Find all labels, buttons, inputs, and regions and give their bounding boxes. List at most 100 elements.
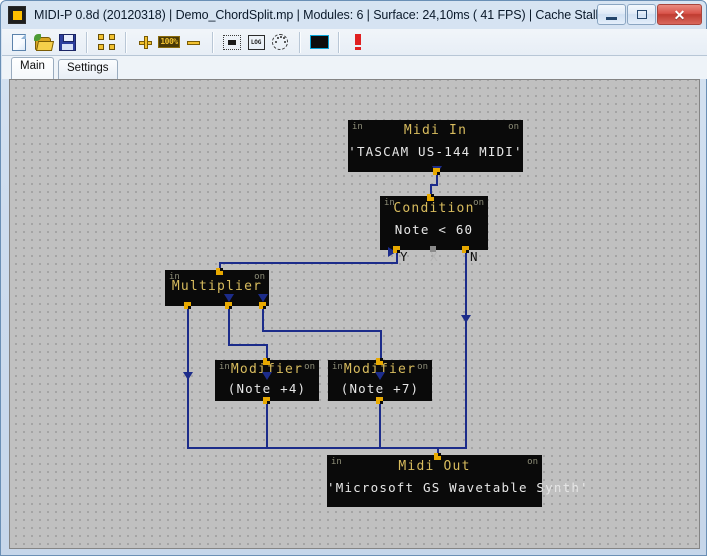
save-file-icon <box>59 34 76 51</box>
close-button[interactable]: ✕ <box>657 4 702 25</box>
save-file-button[interactable] <box>55 31 79 53</box>
open-file-icon <box>35 36 51 49</box>
port-condition-out-x[interactable] <box>430 246 436 252</box>
wire-mult2-seg2 <box>228 344 268 346</box>
wire-mult3-arrow <box>258 294 268 302</box>
port-multiplier-in[interactable] <box>216 268 223 275</box>
wire-mult3-seg3 <box>380 330 382 360</box>
minimize-icon <box>606 17 617 20</box>
new-file-button[interactable] <box>7 31 31 53</box>
toolbar: 100% LOG <box>2 29 707 56</box>
title-bar: MIDI-P 0.8d (20120318) | Demo_ChordSplit… <box>1 1 706 29</box>
wire-n-arrow <box>461 315 471 323</box>
port-condition-out-y[interactable] <box>393 246 400 253</box>
port-modifier-2-out[interactable] <box>376 397 383 404</box>
monitor-button[interactable] <box>307 31 331 53</box>
port-modifier-1-out[interactable] <box>263 397 270 404</box>
wire-n-to-out <box>437 447 467 449</box>
minimize-button[interactable] <box>597 4 626 25</box>
app-icon <box>8 6 26 24</box>
toolbar-group-monitor <box>302 30 336 54</box>
new-file-icon <box>12 34 26 51</box>
close-icon: ✕ <box>674 8 686 22</box>
window-title: MIDI-P 0.8d (20120318) | Demo_ChordSplit… <box>34 8 619 22</box>
maximize-button[interactable] <box>627 4 656 25</box>
node-title: Midi Out <box>327 459 542 474</box>
panic-button[interactable] <box>346 31 370 53</box>
arrange-icon <box>98 34 115 50</box>
midi-din-icon <box>272 34 288 50</box>
toolbar-group-arrange <box>89 30 123 54</box>
zoom-100-button[interactable]: 100% <box>157 31 181 53</box>
toolbar-separator <box>299 32 300 53</box>
port-modifier-2-in[interactable] <box>376 358 383 365</box>
wire-mod1-out <box>266 401 268 449</box>
maximize-icon <box>637 10 647 19</box>
port-midi-out-in[interactable] <box>434 453 441 460</box>
port-condition-in[interactable] <box>427 194 434 201</box>
port-multiplier-out-1[interactable] <box>184 302 191 309</box>
wire-mult3-seg2 <box>262 330 382 332</box>
port-modifier-1-in[interactable] <box>263 358 270 365</box>
toolbar-group-file <box>2 30 84 54</box>
toolbar-group-panic <box>341 30 375 54</box>
node-title: Midi In <box>348 123 523 138</box>
node-title: Condition <box>380 201 488 216</box>
monitor-icon <box>310 35 329 49</box>
arrange-button[interactable] <box>94 31 118 53</box>
wire-n-vertical <box>465 250 467 449</box>
marquee-select-button[interactable] <box>220 31 244 53</box>
patch-canvas-container[interactable]: in on Midi In 'TASCAM US-144 MIDI' in on… <box>9 79 700 549</box>
wire-mult2-seg1 <box>228 306 230 346</box>
midi-devices-button[interactable] <box>268 31 292 53</box>
node-subtitle: Note < 60 <box>380 222 488 237</box>
open-file-button[interactable] <box>31 31 55 53</box>
wire-mod1-arrow <box>262 372 272 380</box>
port-multiplier-out-3[interactable] <box>259 302 266 309</box>
wire-mult2-arrow <box>224 294 234 302</box>
wire-mult3-seg1 <box>262 306 264 332</box>
wire-y-seg2 <box>219 262 398 264</box>
port-condition-out-n[interactable] <box>462 246 469 253</box>
node-midi-out[interactable]: in on Midi Out 'Microsoft GS Wavetable S… <box>327 455 542 507</box>
marquee-select-icon <box>223 35 241 50</box>
node-condition[interactable]: in on Condition Note < 60 <box>380 196 488 250</box>
app-window: MIDI-P 0.8d (20120318) | Demo_ChordSplit… <box>0 0 707 556</box>
toolbar-separator <box>338 32 339 53</box>
node-modifier-1[interactable]: in on Modifier (Note +4) <box>215 360 319 401</box>
node-multiplier[interactable]: in on Multiplier <box>165 270 269 306</box>
zoom-in-icon <box>139 36 152 49</box>
toolbar-separator <box>125 32 126 53</box>
port-midi-in-out[interactable] <box>433 168 440 175</box>
tab-main[interactable]: Main <box>11 57 54 79</box>
zoom-out-button[interactable] <box>181 31 205 53</box>
port-multiplier-out-2[interactable] <box>225 302 232 309</box>
log-button[interactable]: LOG <box>244 31 268 53</box>
log-icon: LOG <box>248 35 265 50</box>
toolbar-group-tools: LOG <box>215 30 297 54</box>
toolbar-separator <box>212 32 213 53</box>
zoom-out-icon <box>187 36 200 49</box>
zoom-in-button[interactable] <box>133 31 157 53</box>
node-subtitle: (Note +7) <box>328 381 432 396</box>
node-subtitle: (Note +4) <box>215 381 319 396</box>
branch-label-n: N <box>470 249 478 264</box>
tab-strip: Main Settings <box>2 56 707 79</box>
node-subtitle: 'Microsoft GS Wavetable Synth' <box>327 480 542 495</box>
toolbar-separator <box>86 32 87 53</box>
node-subtitle: 'TASCAM US-144 MIDI' <box>348 144 523 159</box>
toolbar-group-zoom: 100% <box>128 30 210 54</box>
patch-canvas[interactable]: in on Midi In 'TASCAM US-144 MIDI' in on… <box>10 80 699 548</box>
alert-icon <box>355 34 361 50</box>
node-midi-in[interactable]: in on Midi In 'TASCAM US-144 MIDI' <box>348 120 523 172</box>
node-modifier-2[interactable]: in on Modifier (Note +7) <box>328 360 432 401</box>
branch-label-y: Y <box>400 249 408 264</box>
wire-bottom-bus <box>187 447 439 449</box>
tab-settings[interactable]: Settings <box>58 59 118 79</box>
wire-mod2-arrow <box>375 372 385 380</box>
window-controls: ✕ <box>597 4 702 25</box>
wire-mult1-arrow <box>183 372 193 380</box>
node-title: Multiplier <box>165 279 269 294</box>
wire-mod2-out <box>379 401 381 449</box>
zoom-100-icon: 100% <box>158 36 179 48</box>
